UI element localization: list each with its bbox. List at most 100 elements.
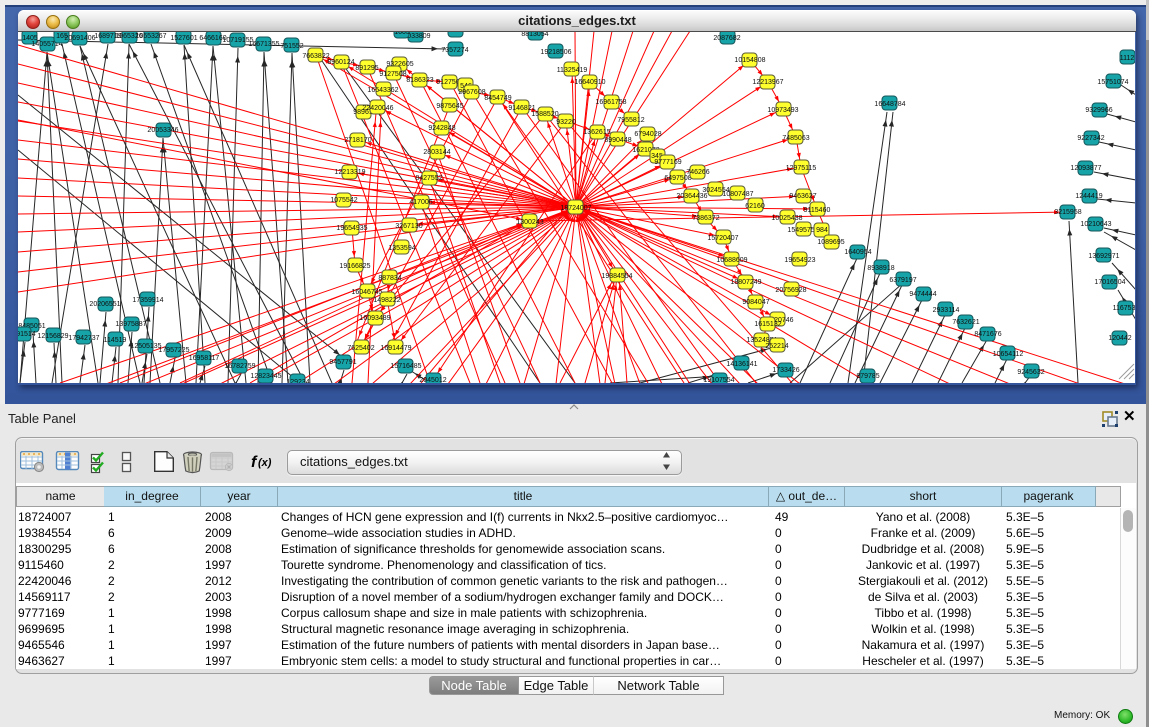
svg-text:20691406: 20691406 — [64, 35, 95, 42]
svg-text:20756928: 20756928 — [775, 287, 806, 294]
svg-text:(x): (x) — [258, 457, 272, 469]
svg-text:9463627: 9463627 — [789, 193, 816, 200]
svg-text:12975115: 12975115 — [786, 165, 817, 172]
svg-text:1498222: 1498222 — [373, 297, 400, 304]
svg-text:17942737: 17942737 — [68, 335, 99, 342]
svg-text:1362615: 1362615 — [583, 129, 610, 136]
svg-text:18724007: 18724007 — [560, 205, 591, 212]
svg-text:16782759: 16782759 — [224, 363, 255, 370]
svg-text:15716485: 15716485 — [390, 363, 421, 370]
svg-text:9127508: 9127508 — [379, 71, 406, 78]
svg-text:19384554: 19384554 — [601, 273, 632, 280]
svg-text:9457791: 9457791 — [329, 359, 356, 366]
svg-text:2087682: 2087682 — [713, 35, 740, 42]
svg-text:1733426: 1733426 — [772, 367, 799, 374]
svg-text:12505135: 12505135 — [130, 343, 161, 350]
svg-text:746266: 746266 — [686, 169, 709, 176]
svg-text:10654112: 10654112 — [993, 351, 1024, 358]
svg-text:7485063: 7485063 — [782, 135, 809, 142]
svg-text:12213319: 12213319 — [334, 169, 365, 176]
svg-text:16648784: 16648784 — [874, 101, 905, 108]
svg-text:887834: 887834 — [378, 275, 401, 282]
svg-text:6379197: 6379197 — [889, 277, 916, 284]
svg-text:1112: 1112 — [1120, 55, 1135, 62]
svg-text:114519: 114519 — [104, 337, 127, 344]
svg-text:13975887: 13975887 — [115, 321, 146, 328]
svg-text:120442: 120442 — [1108, 335, 1131, 342]
svg-text:11325419: 11325419 — [557, 67, 588, 74]
svg-text:16093489: 16093489 — [359, 315, 390, 322]
svg-text:252214: 252214 — [765, 343, 788, 350]
svg-text:10688609: 10688609 — [716, 257, 747, 264]
svg-text:17957225: 17957225 — [158, 347, 189, 354]
svg-text:9777169: 9777169 — [654, 159, 681, 166]
svg-text:93220: 93220 — [556, 119, 576, 126]
svg-text:879785: 879785 — [856, 373, 879, 380]
svg-text:129234: 129234 — [286, 379, 309, 383]
svg-text:12213967: 12213967 — [752, 79, 783, 86]
svg-text:10025438: 10025438 — [771, 215, 802, 222]
svg-text:2718170: 2718170 — [344, 137, 371, 144]
svg-text:19654923: 19654923 — [784, 257, 815, 264]
svg-text:19166825: 19166825 — [339, 263, 370, 270]
svg-text:16914479: 16914479 — [380, 345, 411, 352]
svg-text:7632621: 7632621 — [952, 319, 979, 326]
svg-text:20206551: 20206551 — [89, 301, 120, 308]
svg-text:62160: 62160 — [745, 203, 765, 210]
svg-text:7955812: 7955812 — [617, 117, 644, 124]
svg-text:15720407: 15720407 — [707, 235, 738, 242]
svg-text:1167533: 1167533 — [1113, 305, 1135, 312]
svg-text:2045012: 2045012 — [419, 377, 446, 383]
svg-text:10807487: 10807487 — [722, 191, 753, 198]
svg-text:8990448: 8990448 — [604, 137, 631, 144]
svg-text:16543362: 16543362 — [367, 87, 398, 94]
svg-text:12093877: 12093877 — [1070, 165, 1101, 172]
svg-text:14136141: 14136141 — [726, 361, 757, 368]
svg-text:12156829: 12156829 — [37, 333, 68, 340]
svg-text:3267130: 3267130 — [395, 223, 422, 230]
svg-text:3215958: 3215958 — [1054, 209, 1081, 216]
svg-text:22420046: 22420046 — [362, 105, 393, 112]
svg-text:7386372: 7386372 — [692, 215, 719, 222]
svg-text:10973493: 10973493 — [767, 107, 798, 114]
svg-text:8454749: 8454749 — [484, 95, 511, 102]
svg-text:9329966: 9329966 — [1085, 107, 1112, 114]
svg-text:7625402: 7625402 — [347, 345, 374, 352]
svg-text:17359914: 17359914 — [132, 297, 163, 304]
svg-text:7357274: 7357274 — [441, 47, 468, 54]
svg-text:391514: 391514 — [18, 331, 36, 338]
svg-text:9242848: 9242848 — [428, 125, 455, 132]
svg-text:8427552: 8427552 — [415, 175, 442, 182]
svg-text:16961758: 16961758 — [595, 99, 626, 106]
svg-text:1527601: 1527601 — [170, 35, 197, 42]
svg-text:1588520: 1588520 — [531, 111, 558, 118]
svg-text:984: 984 — [816, 227, 828, 234]
svg-text:1615132: 1615132 — [754, 321, 781, 328]
svg-text:16958117: 16958117 — [189, 355, 220, 362]
svg-text:19107554: 19107554 — [703, 377, 734, 383]
svg-text:9245632: 9245632 — [1017, 369, 1044, 376]
svg-text:16640910: 16640910 — [574, 79, 605, 86]
svg-text:2803144: 2803144 — [423, 149, 450, 156]
svg-text:1300243: 1300243 — [516, 219, 543, 226]
svg-text:13692971: 13692971 — [1088, 253, 1119, 260]
svg-text:16046745: 16046745 — [351, 289, 382, 296]
svg-text:417006: 417006 — [409, 199, 432, 206]
svg-text:1244419: 1244419 — [1075, 193, 1102, 200]
svg-text:9084047: 9084047 — [742, 299, 769, 306]
svg-text:7663822: 7663822 — [302, 53, 329, 60]
svg-text:1353594: 1353594 — [388, 245, 415, 252]
svg-text:6794028: 6794028 — [634, 131, 661, 138]
svg-text:15751074: 15751074 — [1097, 79, 1128, 86]
svg-text:19218506: 19218506 — [540, 49, 571, 56]
svg-text:1089695: 1089695 — [817, 239, 844, 246]
svg-text:2967608: 2967608 — [458, 89, 485, 96]
svg-text:20364436: 20364436 — [676, 193, 707, 200]
svg-text:6497508: 6497508 — [664, 175, 691, 182]
svg-text:8960124: 8960124 — [327, 59, 354, 66]
svg-text:10154808: 10154808 — [734, 57, 765, 64]
svg-text:2933114: 2933114 — [933, 307, 960, 314]
svg-text:8186323: 8186323 — [406, 77, 433, 84]
svg-text:18807249: 18807249 — [730, 279, 761, 286]
svg-text:8938918: 8938918 — [867, 265, 894, 272]
